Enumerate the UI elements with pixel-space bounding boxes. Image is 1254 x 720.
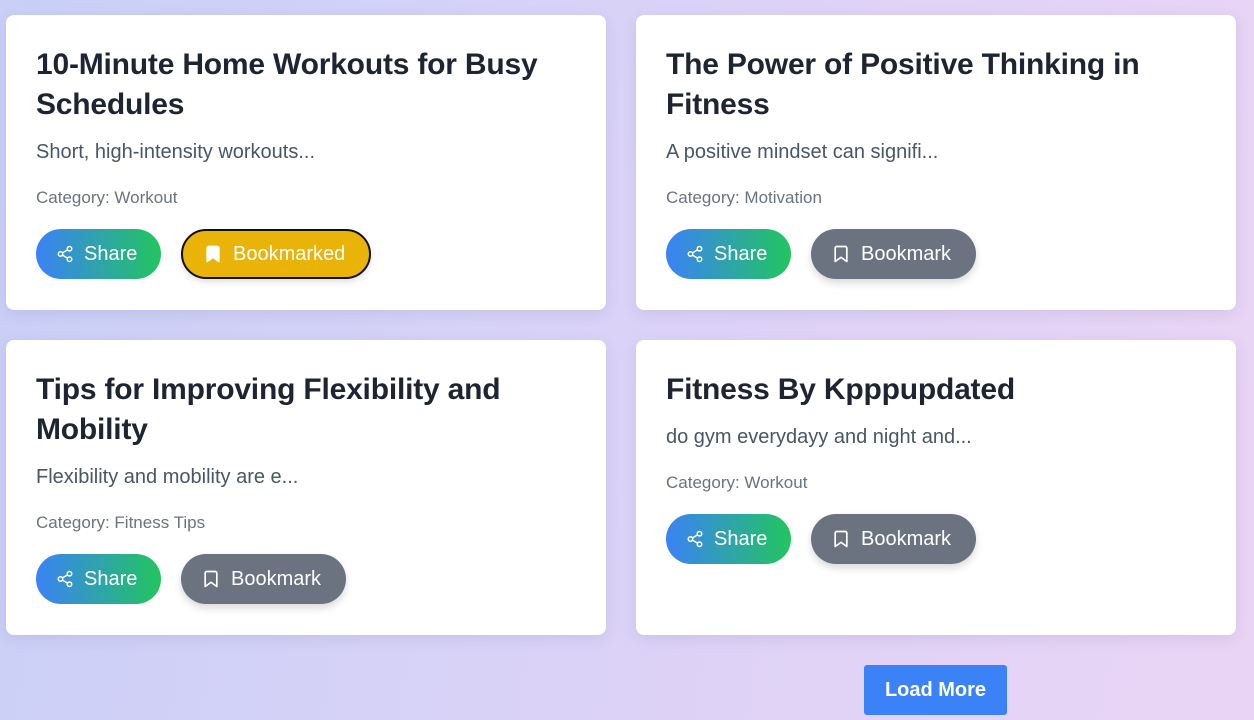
post-actions: Share Bookmark — [666, 514, 1206, 564]
share-button[interactable]: Share — [666, 229, 791, 279]
bookmark-icon — [831, 529, 851, 549]
share-icon — [686, 530, 704, 548]
post-description: A positive mindset can signifi... — [666, 141, 939, 163]
post-card: Fitness By Kpppupdated do gym everydayy … — [636, 340, 1236, 635]
post-title: Tips for Improving Flexibility and Mobil… — [36, 373, 501, 446]
post-actions: Share Bookmark — [36, 554, 576, 604]
share-label: Share — [84, 242, 138, 265]
bookmark-label: Bookmark — [861, 527, 952, 550]
post-category: Category: Workout — [666, 473, 808, 492]
bookmark-button[interactable]: Bookmark — [811, 514, 976, 564]
bookmark-icon — [203, 244, 223, 264]
post-title: 10-Minute Home Workouts for Busy Schedul… — [36, 48, 538, 121]
share-icon — [686, 245, 704, 263]
post-card: 10-Minute Home Workouts for Busy Schedul… — [6, 15, 606, 310]
post-description: Flexibility and mobility are e... — [36, 466, 299, 488]
share-button[interactable]: Share — [36, 554, 161, 604]
post-description: do gym everydayy and night and... — [666, 426, 972, 448]
bookmark-label: Bookmark — [861, 242, 952, 265]
share-icon — [56, 245, 74, 263]
share-icon — [56, 570, 74, 588]
bookmark-button[interactable]: Bookmark — [181, 554, 346, 604]
share-label: Share — [714, 527, 768, 550]
bookmark-label: Bookmark — [231, 567, 322, 590]
share-label: Share — [84, 567, 138, 590]
bookmark-label: Bookmarked — [233, 242, 346, 265]
share-label: Share — [714, 242, 768, 265]
bookmark-button[interactable]: Bookmarked — [181, 229, 371, 279]
post-card: Tips for Improving Flexibility and Mobil… — [6, 340, 606, 635]
bookmark-icon — [201, 569, 221, 589]
post-card: The Power of Positive Thinking in Fitnes… — [636, 15, 1236, 310]
share-button[interactable]: Share — [36, 229, 161, 279]
post-category: Category: Motivation — [666, 188, 822, 207]
post-actions: Share Bookmark — [666, 229, 1206, 279]
post-description: Short, high-intensity workouts... — [36, 141, 316, 163]
post-actions: Share Bookmarked — [36, 229, 576, 279]
share-button[interactable]: Share — [666, 514, 791, 564]
post-category: Category: Fitness Tips — [36, 513, 206, 532]
post-title: Fitness By Kpppupdated — [666, 373, 1015, 406]
post-title: The Power of Positive Thinking in Fitnes… — [666, 48, 1140, 121]
bookmark-button[interactable]: Bookmark — [811, 229, 976, 279]
load-more-button[interactable]: Load More — [864, 665, 1007, 715]
bookmark-icon — [831, 244, 851, 264]
post-category: Category: Workout — [36, 188, 178, 207]
